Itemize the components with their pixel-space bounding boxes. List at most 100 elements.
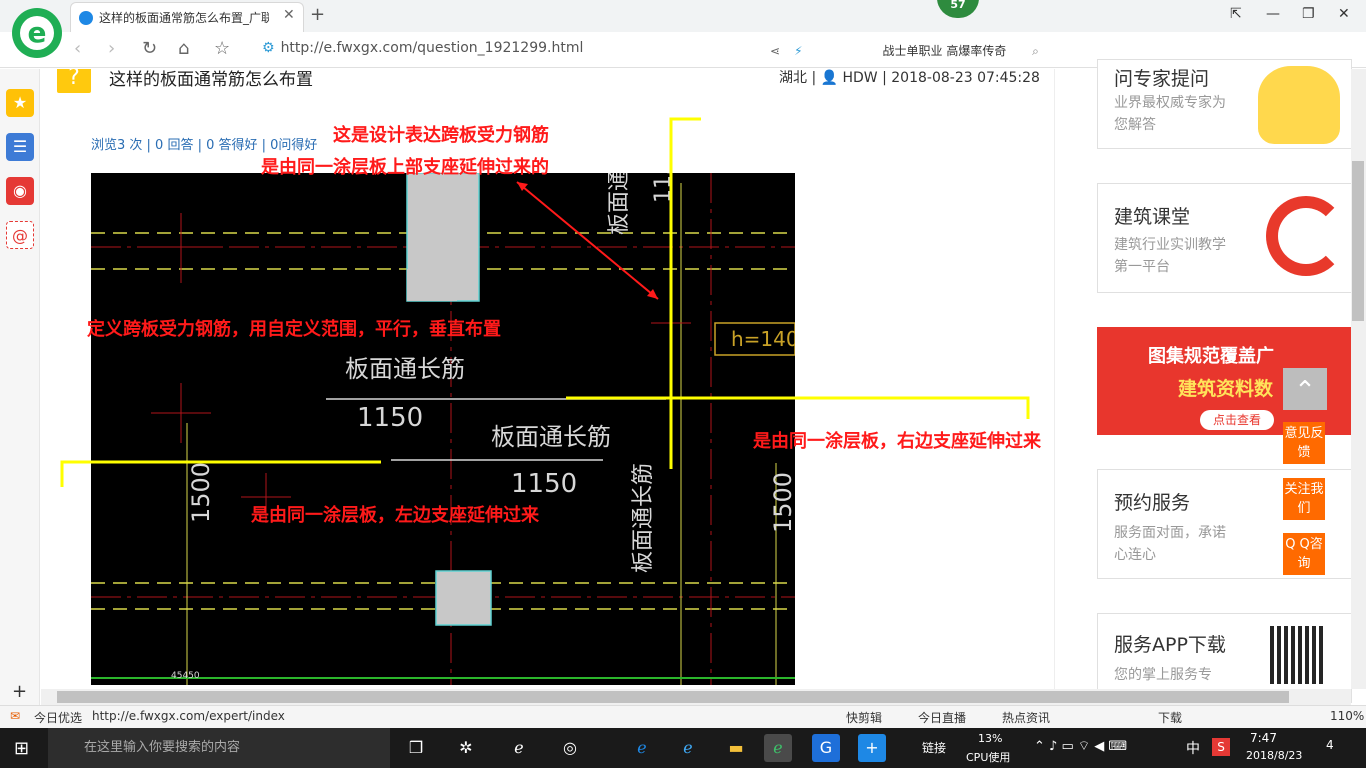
vertical-scrollbar-thumb[interactable] (1352, 161, 1364, 321)
annotation-left: 是由同一涂层板，左边支座延伸过来 (251, 505, 539, 526)
notification-center[interactable]: 4 (1326, 738, 1334, 752)
url-text: http://e.fwxgx.com/question_1921299.html (280, 40, 584, 56)
notification-badge[interactable]: 57 (937, 0, 979, 18)
question-icon: ? (57, 69, 91, 93)
email-icon[interactable]: @ (6, 221, 34, 249)
browser-logo[interactable]: e (12, 8, 62, 58)
zoom-level[interactable]: 110% (1330, 709, 1364, 723)
live-link[interactable]: 今日直播 (918, 709, 966, 726)
browser-status-bar: ✉ 今日优选 http://e.fwxgx.com/expert/index 快… (0, 705, 1366, 728)
minimize-button[interactable]: — (1266, 6, 1280, 22)
file-explorer-icon[interactable]: ▬ (722, 734, 750, 762)
clock-date[interactable]: 2018/8/23 (1246, 749, 1302, 762)
card-building-class[interactable]: 建筑课堂 建筑行业实训教学第一平台 (1097, 183, 1352, 293)
ie-icon[interactable]: ℯ (674, 734, 702, 762)
cad-dim-1150-a: 1150 (357, 403, 424, 433)
today-picks-link[interactable]: 今日优选 (34, 709, 82, 726)
home-button[interactable]: ⌂ (178, 38, 189, 59)
card-subtitle: 建筑行业实训教学第一平台 (1114, 237, 1226, 275)
sogou-ime-icon[interactable]: S (1212, 738, 1230, 756)
annotation-top-line-1: 这是设计表达跨板受力钢筋 (333, 125, 549, 146)
question-stats[interactable]: 浏览3 次 | 0 回答 | 0 答得好 | 0问得好 (91, 134, 317, 153)
card-subtitle: 服务面对面，承诺心连心 (1114, 525, 1226, 563)
share-icon[interactable]: ⋖ (770, 44, 780, 58)
url-input[interactable]: ⚙ http://e.fwxgx.com/question_1921299.htm… (262, 40, 732, 62)
cad-drawing-lines (91, 173, 795, 685)
qq-consult-button[interactable]: Q Q咨询 (1283, 533, 1325, 575)
cad-label-rebar-1: 板面通长筋 (345, 355, 465, 383)
cad-dim-1500-left: 1500 (187, 461, 215, 523)
card-subtitle: 您的掌上服务专 (1114, 667, 1212, 683)
clock-time[interactable]: 7:47 (1250, 731, 1277, 745)
ime-indicator[interactable]: 中 (1186, 738, 1200, 758)
download-link[interactable]: 下载 (1158, 709, 1182, 726)
refresh-button[interactable]: ↻ (142, 38, 157, 59)
favorites-star-icon[interactable]: ★ (6, 89, 34, 117)
horizontal-scrollbar-thumb[interactable] (57, 691, 1289, 703)
plus-app-icon[interactable]: + (858, 734, 886, 762)
hot-news-link[interactable]: 热点资讯 (1002, 709, 1050, 726)
horizontal-scrollbar[interactable] (41, 689, 1351, 705)
back-button[interactable]: ‹ (74, 38, 81, 59)
cad-dim-1150-b: 1150 (511, 469, 578, 499)
browser-active-icon[interactable]: ℯ (764, 734, 792, 762)
task-view-icon[interactable]: ❒ (402, 734, 430, 762)
status-url: http://e.fwxgx.com/expert/index (92, 709, 285, 723)
cpu-label: CPU使用 (966, 751, 1011, 764)
tab-restore-icon[interactable]: ⇱ (1230, 6, 1242, 22)
cad-coordinate: 45450 (171, 671, 200, 681)
site-info-icon[interactable]: ⚙ (262, 40, 275, 56)
gift-icon: ✉ (10, 709, 21, 723)
sidebar-add-icon[interactable]: + (12, 681, 27, 702)
news-ticker-text[interactable]: 战士单职业 高爆率传奇 (883, 44, 1007, 58)
fan-app-icon[interactable]: ✲ (452, 734, 480, 762)
windows-start-icon[interactable]: ⊞ (14, 738, 29, 759)
taskbar-search-input[interactable]: 在这里输入你要搜索的内容 (48, 728, 390, 768)
maximize-button[interactable]: ❐ (1302, 6, 1315, 22)
cad-drawing-image: 板面通长筋 板面通长筋 1150 1150 1500 1500 板面通 115 … (91, 173, 795, 685)
banner-title: 图集规范覆盖广 (1148, 346, 1274, 367)
page-title: 这样的板面通常筋怎么布置 (109, 70, 313, 90)
cad-label-rebar-2: 板面通长筋 (491, 423, 611, 451)
weibo-icon[interactable]: ◉ (6, 177, 34, 205)
card-title: 预约服务 (1114, 492, 1191, 514)
list-icon[interactable]: ☰ (6, 133, 34, 161)
browser-e-icon[interactable]: ℯ (505, 734, 533, 762)
card-title: 问专家提问 (1114, 68, 1210, 90)
edge-icon[interactable]: ℯ (628, 734, 656, 762)
tray-icons[interactable]: ⌃ ♪ ▭ ⌔ ◀ ⌨ (1034, 738, 1127, 754)
forward-button[interactable]: › (108, 38, 115, 59)
g-app-icon[interactable]: G (812, 734, 840, 762)
tab-question[interactable]: 这样的板面通常筋怎么布置_广联 ✕ (70, 2, 304, 32)
tab-title: 这样的板面通常筋怎么布置_广联 (99, 11, 269, 25)
annotation-right: 是由同一涂层板，右边支座延伸过来 (753, 431, 1041, 452)
lightning-icon[interactable]: ⚡ (794, 44, 802, 58)
quick-edit-link[interactable]: 快剪辑 (846, 709, 882, 726)
tab-favicon-icon (79, 11, 93, 25)
banner-view-button[interactable]: 点击查看 (1200, 410, 1274, 430)
cad-dim-115: 115 (651, 173, 676, 203)
search-icon[interactable]: ⌕ (1032, 44, 1039, 58)
new-tab-button[interactable]: + (310, 4, 325, 25)
windows-taskbar: ⊞ 在这里输入你要搜索的内容 ❒ ✲ ℯ ◎ ℯ ℯ ▬ ℯ G + 链接 13… (0, 728, 1366, 768)
taskbar-link-label[interactable]: 链接 (922, 739, 946, 756)
news-ticker[interactable]: ⋖ ⚡ 战士单职业 高爆率传奇 ⌕ (770, 42, 1039, 59)
card-title: 建筑课堂 (1114, 206, 1191, 228)
follow-us-button[interactable]: 关注我们 (1283, 478, 1325, 520)
card-ask-expert[interactable]: 问专家提问 业界最权威专家为您解答 (1097, 59, 1352, 149)
close-button[interactable]: ✕ (1338, 6, 1350, 22)
swirl-app-icon[interactable]: ◎ (556, 734, 584, 762)
cad-thickness-label: h=140 (731, 327, 795, 351)
qr-code-icon (1270, 626, 1324, 684)
bookmark-star-button[interactable]: ☆ (214, 38, 230, 59)
annotation-top-line-2: 是由同一涂层板上部支座延伸过来的 (261, 157, 549, 178)
feedback-button[interactable]: 意见反馈 (1283, 422, 1325, 464)
mascot-icon (1258, 66, 1340, 144)
tab-close-icon[interactable]: ✕ (283, 7, 295, 23)
back-to-top-button[interactable]: ⌃ (1283, 368, 1327, 410)
cad-label-rebar-vertical-1: 板面通 (607, 173, 632, 235)
vertical-scrollbar[interactable] (1351, 69, 1366, 689)
card-subtitle: 业界最权威专家为您解答 (1114, 95, 1226, 133)
browser-title-bar: 这样的板面通常筋怎么布置_广联 ✕ + 57 ⇱ — ❐ ✕ (0, 0, 1366, 32)
card-title: 服务APP下载 (1114, 634, 1226, 656)
